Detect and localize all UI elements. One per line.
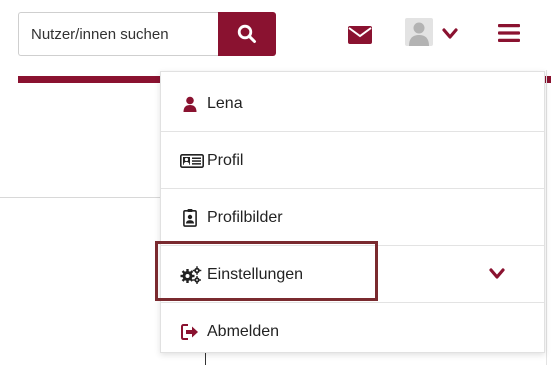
menu-item-label: Lena bbox=[207, 94, 243, 112]
portrait-icon bbox=[179, 208, 201, 227]
user-avatar-icon[interactable] bbox=[405, 18, 433, 46]
menu-item-user[interactable]: Lena bbox=[161, 75, 544, 132]
user-dropdown-menu: Lena Profil Profilbilder Einstellungen A… bbox=[160, 71, 545, 353]
menu-item-label: Profil bbox=[207, 151, 244, 169]
menu-item-profilbilder[interactable]: Profilbilder bbox=[161, 189, 544, 246]
background-divider bbox=[0, 197, 160, 198]
search-button[interactable] bbox=[218, 12, 276, 56]
menu-item-profil[interactable]: Profil bbox=[161, 132, 544, 189]
search-input[interactable] bbox=[18, 12, 218, 56]
menu-item-einstellungen[interactable]: Einstellungen bbox=[161, 246, 544, 303]
id-card-icon bbox=[179, 152, 205, 170]
chevron-down-icon[interactable] bbox=[489, 268, 505, 280]
menu-item-label: Abmelden bbox=[207, 322, 280, 340]
envelope-icon[interactable] bbox=[348, 26, 372, 44]
search-icon bbox=[237, 24, 256, 43]
chevron-down-icon[interactable] bbox=[442, 28, 458, 40]
gears-icon bbox=[179, 265, 203, 284]
page: Lena Profil bbox=[0, 0, 551, 365]
background-divider bbox=[546, 70, 547, 365]
menu-item-abmelden[interactable]: Abmelden bbox=[161, 303, 544, 360]
user-icon bbox=[179, 95, 201, 113]
hamburger-icon[interactable] bbox=[498, 23, 520, 43]
sign-out-icon bbox=[179, 323, 201, 341]
menu-item-label: Profilbilder bbox=[207, 208, 283, 226]
menu-item-label: Einstellungen bbox=[207, 265, 304, 283]
